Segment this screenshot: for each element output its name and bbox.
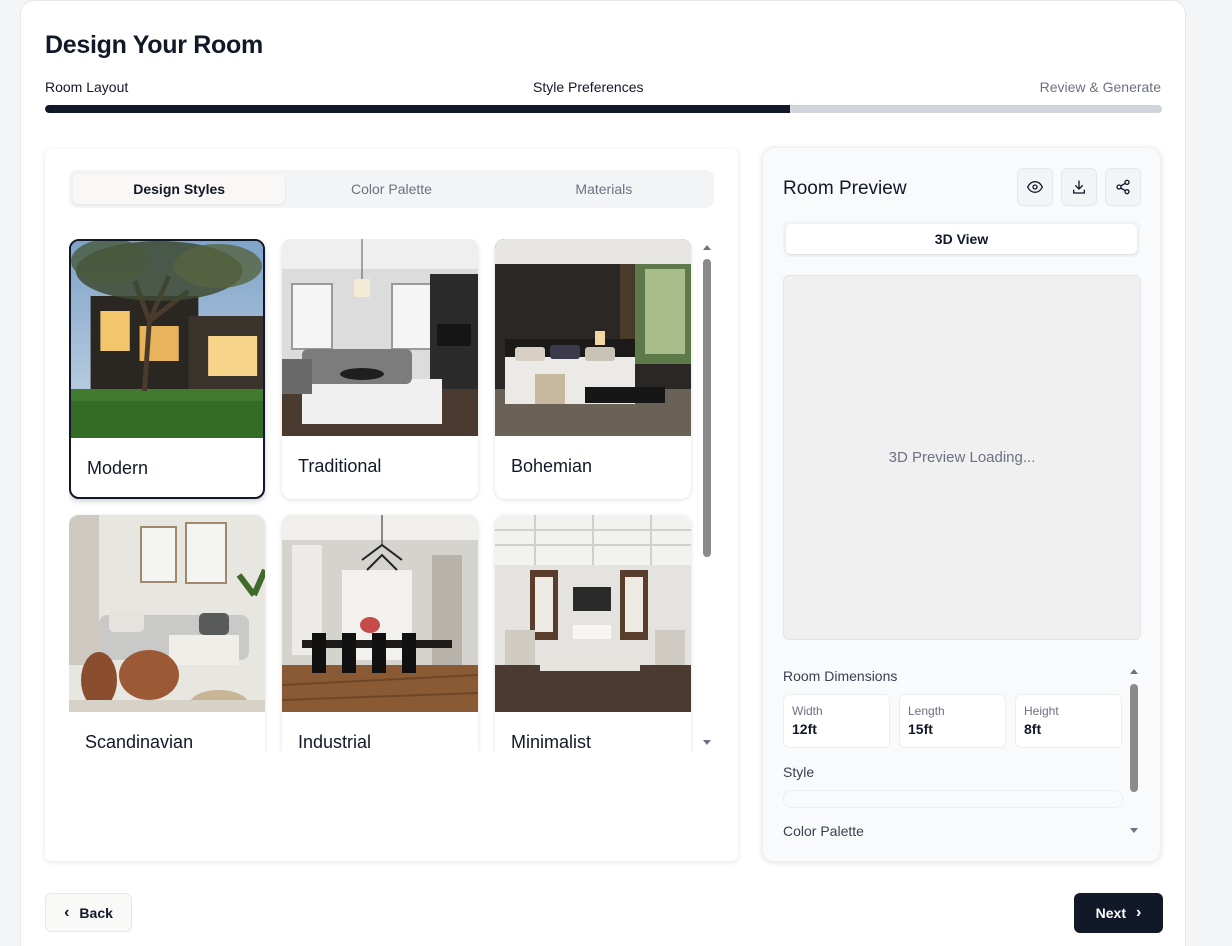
width-field[interactable]: Width 12ft [783,694,890,748]
style-card-modern[interactable]: Modern [69,239,265,499]
style-label: Modern [87,458,149,478]
step-room-layout: Room Layout [45,79,129,95]
download-button[interactable] [1061,168,1097,206]
step-review-generate: Review & Generate [1039,79,1161,95]
style-label: Minimalist [511,732,592,751]
style-label: Scandinavian [85,732,194,751]
room-preview-panel: Room Preview 3D View 3D Preview Loading.… [762,147,1161,862]
style-card-industrial[interactable]: Industrial [282,515,478,751]
tab-color-palette[interactable]: Color Palette [285,174,497,204]
scroll-down-arrow-icon[interactable] [703,740,711,745]
view-tabs: 3D View [783,221,1140,257]
scroll-thumb[interactable] [1130,684,1138,792]
eye-icon [1027,180,1043,194]
back-button[interactable]: ‹ Back [45,893,132,932]
bohemian-style-image [495,239,691,436]
height-label: Height [1024,704,1059,718]
progress-fill [45,105,791,113]
preview-button[interactable] [1017,168,1053,206]
room-preview-title: Room Preview [783,178,907,199]
chevron-left-icon: ‹ [64,903,70,921]
style-card-minimalist[interactable]: Minimalist [495,515,691,751]
tab-design-styles[interactable]: Design Styles [73,174,286,204]
minimalist-style-image [495,515,691,712]
tab-materials[interactable]: Materials [498,174,710,204]
scroll-up-arrow-icon[interactable] [1130,669,1138,674]
width-value: 12ft [792,721,817,737]
room-settings: Room Dimensions Width 12ft Length 15ft H… [783,663,1123,848]
settings-scrollbar[interactable] [1129,669,1139,835]
modern-style-image [71,241,263,438]
style-label: Traditional [298,456,382,476]
scroll-thumb[interactable] [703,259,711,557]
style-label: Bohemian [511,456,593,476]
traditional-style-image [282,239,478,436]
step-style-preferences: Style Preferences [533,79,644,95]
style-grid: Modern Traditional Bohemian Scandinavian… [69,239,701,751]
chevron-right-icon: › [1136,904,1142,921]
scroll-down-arrow-icon[interactable] [1130,828,1138,833]
3d-preview-area: 3D Preview Loading... [783,275,1141,640]
share-icon [1116,179,1130,195]
page-container: Design Your Room Room Layout Style Prefe… [20,0,1186,946]
width-label: Width [792,704,823,718]
style-card-traditional[interactable]: Traditional [282,239,478,499]
industrial-style-image [282,515,478,712]
scandinavian-style-image [69,515,265,712]
style-label: Industrial [298,732,372,751]
tab-3d-view[interactable]: 3D View [786,224,1137,254]
room-dimensions-label: Room Dimensions [783,668,898,684]
length-field[interactable]: Length 15ft [899,694,1006,748]
back-label: Back [79,904,113,921]
preview-loading-text: 3D Preview Loading... [888,449,1036,466]
height-field[interactable]: Height 8ft [1015,694,1122,748]
scroll-up-arrow-icon[interactable] [703,245,711,250]
style-grid-scrollbar[interactable] [701,241,713,749]
share-button[interactable] [1105,168,1141,206]
next-label: Next [1095,905,1127,921]
style-section-label: Style [783,764,815,780]
style-card-bohemian[interactable]: Bohemian [495,239,691,499]
length-label: Length [908,704,945,718]
style-field[interactable] [783,790,1123,808]
style-card-scandinavian[interactable]: Scandinavian [69,515,265,751]
height-value: 8ft [1024,721,1042,737]
style-tabs: Design Styles Color Palette Materials [69,170,714,208]
color-palette-section-label: Color Palette [783,823,864,839]
style-selection-panel: Design Styles Color Palette Materials Mo… [45,149,738,861]
page-title: Design Your Room [45,31,263,59]
next-button[interactable]: Next › [1074,893,1163,933]
progress-bar [45,105,1162,113]
length-value: 15ft [908,721,933,737]
download-icon [1073,180,1085,194]
